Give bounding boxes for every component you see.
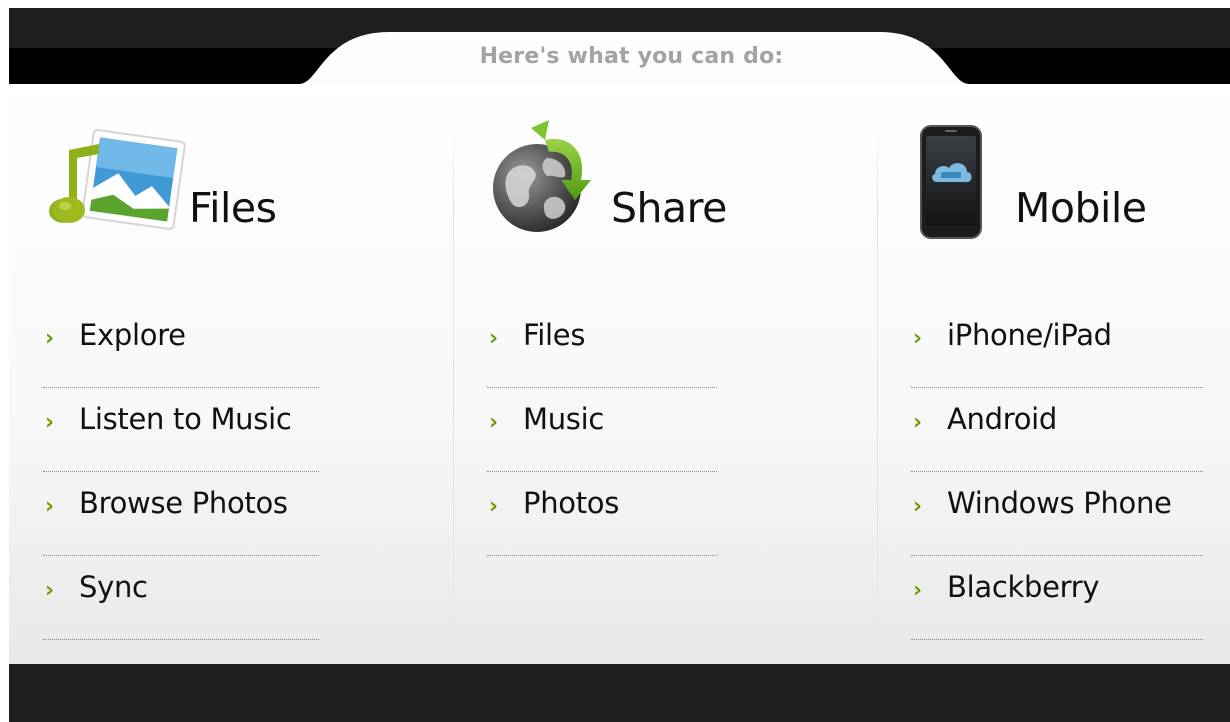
- link-label: Music: [523, 402, 605, 436]
- main-panel: Files › Explore › Listen to Music › Brow…: [9, 84, 1230, 664]
- link-explore[interactable]: › Explore: [43, 304, 319, 388]
- link-listen-to-music[interactable]: › Listen to Music: [43, 388, 319, 472]
- chevron-right-icon: ›: [45, 494, 55, 519]
- column-divider: [877, 114, 878, 634]
- link-label: Photos: [523, 486, 620, 520]
- link-label: Files: [523, 318, 586, 352]
- link-label: Android: [947, 402, 1058, 436]
- feature-panel-frame: Here's what you can do: Files › Explore …: [9, 8, 1230, 722]
- link-sync[interactable]: › Sync: [43, 556, 319, 640]
- header-title: Here's what you can do:: [479, 44, 784, 69]
- link-label: Blackberry: [947, 570, 1100, 604]
- link-label: Sync: [79, 570, 148, 604]
- files-link-list: › Explore › Listen to Music › Browse Pho…: [43, 304, 319, 640]
- column-share: Share › Files › Music › Photos: [487, 84, 877, 644]
- link-label: Windows Phone: [947, 486, 1172, 520]
- link-blackberry[interactable]: › Blackberry: [911, 556, 1203, 640]
- column-title-mobile: Mobile: [1015, 184, 1147, 232]
- link-browse-photos[interactable]: › Browse Photos: [43, 472, 319, 556]
- link-iphone-ipad[interactable]: › iPhone/iPad: [911, 304, 1203, 388]
- link-label: iPhone/iPad: [947, 318, 1112, 352]
- bottom-bar: [9, 664, 1230, 722]
- link-label: Explore: [79, 318, 186, 352]
- share-link-list: › Files › Music › Photos: [487, 304, 717, 556]
- chevron-right-icon: ›: [489, 410, 499, 435]
- mobile-link-list: › iPhone/iPad › Android › Windows Phone …: [911, 304, 1203, 640]
- link-label: Browse Photos: [79, 486, 288, 520]
- column-files: Files › Explore › Listen to Music › Brow…: [43, 84, 453, 644]
- chevron-right-icon: ›: [45, 410, 55, 435]
- chevron-right-icon: ›: [913, 494, 923, 519]
- globe-share-icon: [493, 120, 591, 232]
- column-title-share: Share: [611, 184, 727, 232]
- link-share-music[interactable]: › Music: [487, 388, 717, 472]
- chevron-right-icon: ›: [913, 578, 923, 603]
- column-divider: [453, 114, 454, 634]
- chevron-right-icon: ›: [45, 578, 55, 603]
- column-mobile: Mobile › iPhone/iPad › Android › Windows…: [911, 84, 1221, 644]
- chevron-right-icon: ›: [489, 494, 499, 519]
- link-share-files[interactable]: › Files: [487, 304, 717, 388]
- chevron-right-icon: ›: [913, 410, 923, 435]
- chevron-right-icon: ›: [913, 326, 923, 351]
- link-windows-phone[interactable]: › Windows Phone: [911, 472, 1203, 556]
- link-android[interactable]: › Android: [911, 388, 1203, 472]
- chevron-right-icon: ›: [45, 326, 55, 351]
- link-label: Listen to Music: [79, 402, 292, 436]
- link-share-photos[interactable]: › Photos: [487, 472, 717, 556]
- column-title-files: Files: [189, 184, 277, 232]
- chevron-right-icon: ›: [489, 326, 499, 351]
- music-photo-icon: [49, 129, 186, 230]
